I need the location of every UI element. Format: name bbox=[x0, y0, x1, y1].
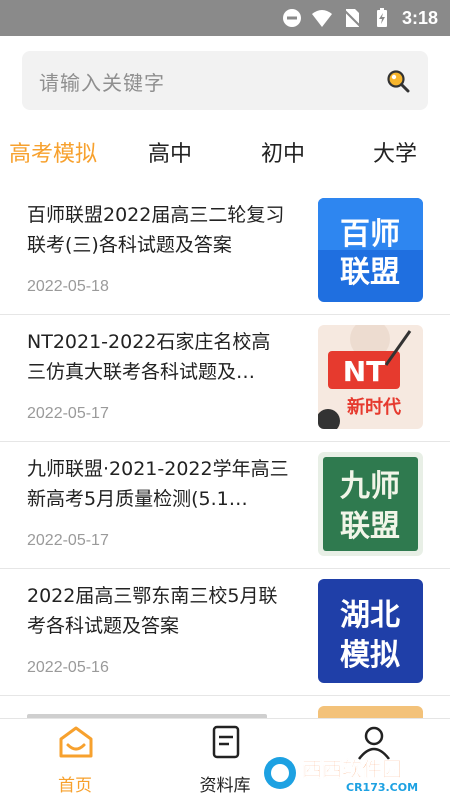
nav-home[interactable]: 首页 bbox=[30, 723, 120, 797]
article-thumbnail: 湖北 模拟 bbox=[318, 579, 423, 683]
search-input[interactable]: 请输入关键字 bbox=[39, 67, 165, 96]
thumbnail-text: 模拟 bbox=[340, 638, 400, 673]
article-title: NT2021-2022石家庄名校高三仿真大联考各科试题及… bbox=[27, 331, 271, 383]
thumbnail-text: 湖北 bbox=[340, 598, 400, 633]
article-list[interactable]: 百师联盟2022届高三二轮复习联考(三)各科试题及答案 2022-05-18 百… bbox=[0, 188, 450, 718]
category-tabs: 高考模拟 高中 初中 大学 bbox=[0, 132, 450, 174]
article-thumbnail: NT 新时代 bbox=[318, 325, 423, 429]
article-thumbnail bbox=[318, 706, 423, 718]
article-date: 2022-05-17 bbox=[27, 405, 109, 422]
watermark-url: CR173.COM bbox=[346, 781, 418, 794]
article-date: 2022-05-16 bbox=[27, 659, 109, 676]
tab-chuzhong[interactable]: 初中 bbox=[261, 136, 305, 168]
article-date: 2022-05-18 bbox=[27, 278, 109, 295]
tab-gaozhong[interactable]: 高中 bbox=[148, 136, 192, 168]
article-title: 九师联盟·2021-2022学年高三新高考5月质量检测(5.1… bbox=[27, 458, 289, 510]
list-item[interactable] bbox=[0, 696, 450, 718]
thumbnail-text: 联盟 bbox=[340, 509, 400, 544]
search-bar[interactable]: 请输入关键字 bbox=[22, 51, 428, 110]
document-icon bbox=[212, 725, 240, 759]
do-not-disturb-icon bbox=[282, 9, 301, 27]
article-title: 百师联盟2022届高三二轮复习联考(三)各科试题及答案 bbox=[27, 204, 285, 256]
thumbnail-text: NT bbox=[343, 355, 386, 388]
article-title-partial bbox=[27, 708, 289, 718]
clock: 3:18 bbox=[401, 7, 438, 28]
thumbnail-text: 联盟 bbox=[340, 255, 400, 290]
tab-gaokao-moni[interactable]: 高考模拟 bbox=[9, 136, 97, 168]
thumbnail-text: 新时代 bbox=[347, 396, 401, 418]
list-item[interactable]: 2022届高三鄂东南三校5月联考各科试题及答案 2022-05-16 湖北 模拟 bbox=[0, 569, 450, 696]
battery-charging-icon bbox=[376, 8, 387, 27]
article-date: 2022-05-17 bbox=[27, 532, 109, 549]
article-thumbnail: 百师 联盟 bbox=[318, 198, 423, 302]
watermark-logo: 西西软件园 CR173.COM bbox=[262, 752, 442, 794]
list-item[interactable]: 九师联盟·2021-2022学年高三新高考5月质量检测(5.1… 2022-05… bbox=[0, 442, 450, 569]
search-icon[interactable] bbox=[386, 69, 410, 93]
thumbnail-text: 百师 bbox=[340, 217, 400, 252]
wifi-icon bbox=[311, 10, 332, 27]
thumbnail-text: 九师 bbox=[340, 469, 400, 504]
home-icon bbox=[59, 726, 93, 758]
article-thumbnail: 九师 联盟 bbox=[318, 452, 423, 556]
list-item[interactable]: 百师联盟2022届高三二轮复习联考(三)各科试题及答案 2022-05-18 百… bbox=[0, 188, 450, 315]
nav-library-label: 资料库 bbox=[199, 776, 251, 796]
nav-library[interactable]: 资料库 bbox=[180, 723, 270, 797]
list-item[interactable]: NT2021-2022石家庄名校高三仿真大联考各科试题及… 2022-05-17… bbox=[0, 315, 450, 442]
watermark-text: 西西软件园 bbox=[302, 757, 402, 781]
no-sim-icon bbox=[343, 9, 361, 27]
article-title: 2022届高三鄂东南三校5月联考各科试题及答案 bbox=[27, 585, 278, 637]
tab-daxue[interactable]: 大学 bbox=[373, 136, 417, 168]
status-bar: 3:18 bbox=[0, 0, 450, 36]
nav-home-label: 首页 bbox=[58, 776, 92, 796]
